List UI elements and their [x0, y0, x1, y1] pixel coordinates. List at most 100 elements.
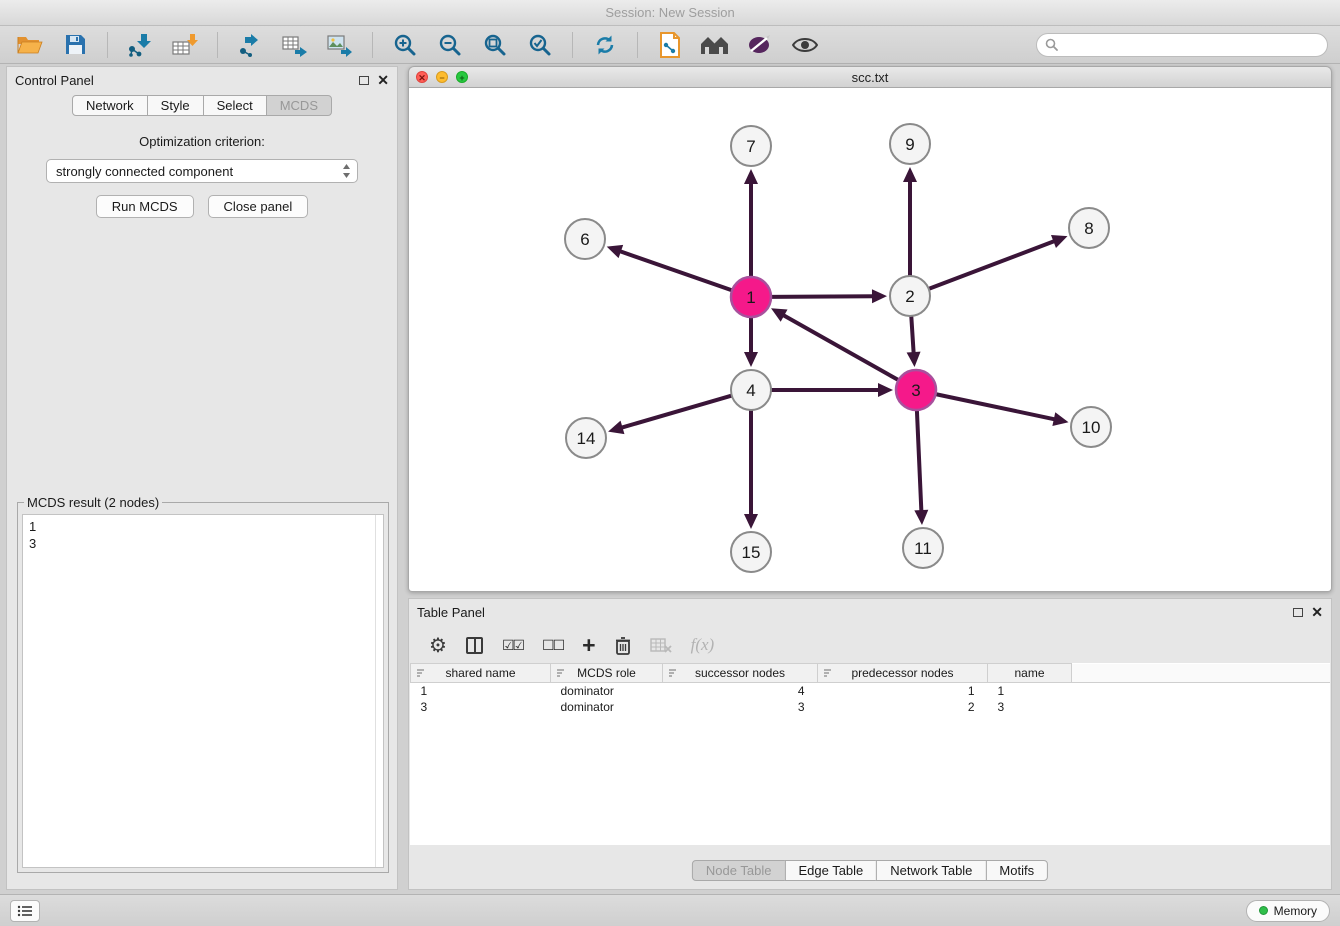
table-row[interactable]: 3dominator323	[411, 699, 1331, 715]
graph-edge-arrowhead	[1052, 412, 1068, 426]
network-graph[interactable]: 7968124314101511	[409, 88, 1331, 591]
search-field[interactable]	[1036, 33, 1328, 57]
zoom-out-button[interactable]	[432, 29, 468, 61]
export-table-icon	[282, 33, 308, 57]
table-cell[interactable]: 4	[663, 683, 818, 699]
float-panel-icon[interactable]	[359, 76, 369, 85]
table-cell[interactable]: 2	[818, 699, 988, 715]
table-cell[interactable]: 1	[411, 683, 551, 699]
column-header-successor-nodes[interactable]: successor nodes	[663, 664, 818, 683]
tab-edge-table[interactable]: Edge Table	[784, 860, 877, 881]
graph-edge-3-10[interactable]	[936, 394, 1056, 419]
zoom-fit-button[interactable]	[477, 29, 513, 61]
graph-edge-1-6[interactable]	[619, 251, 732, 291]
graph-edge-arrowhead	[608, 421, 624, 434]
application-window: Session: New Session	[0, 0, 1340, 926]
table-cell[interactable]: dominator	[551, 699, 663, 715]
export-table-button[interactable]	[277, 29, 313, 61]
window-minimize-icon[interactable]: −	[436, 71, 448, 83]
delete-column-button[interactable]	[615, 636, 631, 655]
graph-node-label: 15	[742, 543, 761, 562]
open-folder-icon	[17, 34, 43, 55]
mcds-result-box[interactable]: 1 3	[22, 514, 384, 868]
graph-edge-3-1[interactable]	[782, 315, 898, 381]
graph-node-label: 8	[1084, 219, 1093, 238]
import-table-button[interactable]	[167, 29, 203, 61]
optimization-criterion-select[interactable]: strongly connected component	[46, 159, 358, 183]
import-network-button[interactable]	[122, 29, 158, 61]
zoom-selected-icon	[528, 33, 552, 57]
close-panel-icon[interactable]: ✕	[1311, 605, 1323, 619]
table-panel: Table Panel ✕ ⚙ ☑☑ ☐☐ +	[408, 598, 1332, 890]
tab-mcds[interactable]: MCDS	[266, 95, 332, 116]
close-panel-icon[interactable]: ✕	[377, 73, 389, 87]
graph-edge-3-11[interactable]	[917, 410, 922, 512]
sort-icon	[416, 668, 425, 678]
table-cell[interactable]: 3	[411, 699, 551, 715]
network-canvas[interactable]: 7968124314101511	[408, 88, 1332, 592]
table-cell[interactable]: dominator	[551, 683, 663, 699]
deselect-all-button[interactable]: ☐☐	[542, 637, 563, 654]
graph-node-label: 4	[746, 381, 755, 400]
table-cell[interactable]: 3	[663, 699, 818, 715]
tab-style[interactable]: Style	[147, 95, 204, 116]
open-session-button[interactable]	[12, 29, 48, 61]
tab-node-table[interactable]: Node Table	[692, 860, 786, 881]
graph-node-label: 9	[905, 135, 914, 154]
zoom-in-button[interactable]	[387, 29, 423, 61]
zoom-selected-button[interactable]	[522, 29, 558, 61]
save-session-button[interactable]	[57, 29, 93, 61]
table-cell[interactable]: 3	[988, 699, 1072, 715]
control-panel: Control Panel ✕ Network Style Select MCD…	[6, 66, 398, 890]
style-icon	[747, 34, 773, 56]
table-settings-button[interactable]: ⚙	[429, 633, 447, 658]
graph-edge-arrowhead	[744, 514, 758, 529]
apply-style-button[interactable]	[742, 29, 778, 61]
plus-icon: +	[582, 634, 595, 657]
control-panel-title: Control Panel	[15, 73, 94, 88]
graph-edge-4-14[interactable]	[621, 396, 732, 428]
window-close-icon[interactable]: ✕	[416, 71, 428, 83]
column-header-name[interactable]: name	[988, 664, 1072, 683]
apply-layout-button[interactable]	[587, 29, 623, 61]
column-header-shared-name[interactable]: shared name	[411, 664, 551, 683]
graph-edge-arrowhead	[914, 510, 928, 525]
export-image-button[interactable]	[322, 29, 358, 61]
close-panel-button[interactable]: Close panel	[208, 195, 309, 218]
node-table[interactable]: shared name MCDS role successor nodes	[410, 663, 1330, 845]
task-history-button[interactable]	[10, 900, 40, 922]
table-cell[interactable]: 1	[988, 683, 1072, 699]
tab-network-table[interactable]: Network Table	[876, 860, 986, 881]
sort-icon	[823, 668, 832, 678]
mcds-result-line: 1	[29, 518, 377, 535]
network-window-titlebar[interactable]: scc.txt ✕ − +	[408, 66, 1332, 88]
show-columns-button[interactable]	[466, 637, 483, 654]
graph-node-label: 1	[746, 288, 755, 307]
tab-network[interactable]: Network	[72, 95, 148, 116]
export-network-button[interactable]	[232, 29, 268, 61]
run-mcds-button[interactable]: Run MCDS	[96, 195, 194, 218]
graph-edge-1-2[interactable]	[771, 296, 874, 297]
sort-icon	[556, 668, 565, 678]
graph-edge-arrowhead	[903, 167, 917, 182]
window-zoom-icon[interactable]: +	[456, 71, 468, 83]
result-scrollbar[interactable]	[375, 515, 376, 867]
column-header-predecessor-nodes[interactable]: predecessor nodes	[818, 664, 988, 683]
tab-select[interactable]: Select	[203, 95, 267, 116]
search-input[interactable]	[1063, 38, 1319, 52]
show-details-button[interactable]	[787, 29, 823, 61]
graph-edge-2-8[interactable]	[929, 241, 1056, 289]
select-all-button[interactable]: ☑☑	[502, 637, 523, 654]
network-view-button[interactable]	[652, 29, 688, 61]
first-neighbors-button[interactable]	[697, 29, 733, 61]
table-cell-filler	[1072, 683, 1331, 699]
graph-edge-arrowhead	[607, 245, 623, 258]
column-header-mcds-role[interactable]: MCDS role	[551, 664, 663, 683]
table-row[interactable]: 1dominator411	[411, 683, 1331, 699]
table-cell[interactable]: 1	[818, 683, 988, 699]
float-panel-icon[interactable]	[1293, 608, 1303, 617]
graph-edge-2-3[interactable]	[911, 316, 913, 354]
tab-motifs[interactable]: Motifs	[985, 860, 1048, 881]
memory-button[interactable]: Memory	[1246, 900, 1330, 922]
add-column-button[interactable]: +	[582, 634, 595, 657]
